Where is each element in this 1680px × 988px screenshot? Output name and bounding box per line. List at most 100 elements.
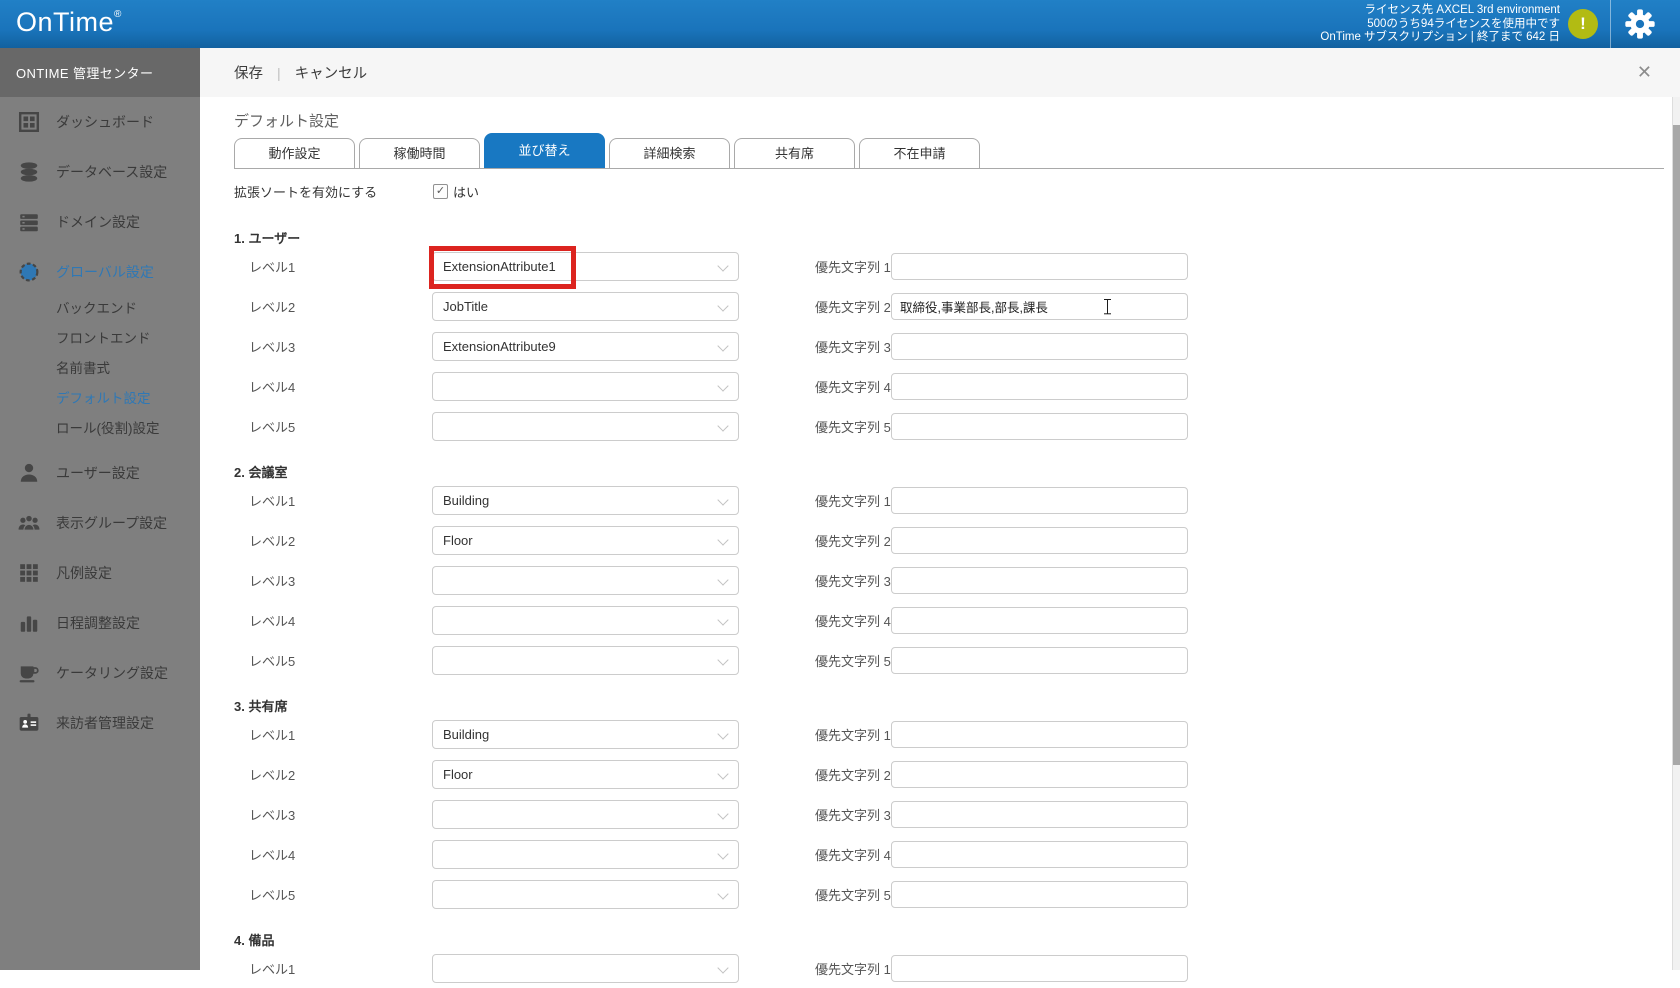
form-row: レベル5 優先文字列 5 [234,874,1680,914]
chevron-down-icon [717,961,729,974]
sidebar-item-default-settings[interactable]: デフォルト設定 [0,382,200,412]
tab-sort[interactable]: 並び替え [484,133,605,168]
priority-input[interactable] [891,720,1188,748]
chevron-down-icon [717,887,729,900]
priority-input[interactable] [891,412,1188,440]
sidebar-item-name-format[interactable]: 名前書式 [0,352,200,382]
form-sections: 1. ユーザー レベル1 ExtensionAttribute1 優先文字列 1 レベル… [234,228,1680,988]
tab-shared-desk[interactable]: 共有席 [734,138,855,168]
level-select-value: JobTitle [443,298,489,314]
priority-input-wrap [891,566,1188,594]
sidebar-item-legend[interactable]: 凡例設定 [0,548,200,598]
level-select[interactable] [432,371,739,401]
sidebar-item-visitor[interactable]: 来訪者管理設定 [0,698,200,748]
priority-label: 優先文字列 1 [815,259,891,275]
level-select[interactable] [432,879,739,909]
scrollbar-thumb[interactable] [1673,125,1680,765]
sidebar-item-domain[interactable]: ドメイン設定 [0,197,200,247]
chevron-down-icon [717,767,729,780]
priority-input-wrap [891,800,1188,828]
form-row: レベル5 優先文字列 5 [234,640,1680,680]
sidebar-item-database[interactable]: データベース設定 [0,147,200,197]
form-row: レベル5 優先文字列 5 [234,406,1680,446]
level-select[interactable]: Floor [432,759,739,789]
sidebar-item-users[interactable]: ユーザー設定 [0,448,200,498]
priority-input[interactable] [891,880,1188,908]
form-row: レベル3 優先文字列 3 [234,560,1680,600]
priority-input-wrap [891,412,1188,440]
tab-advanced-search[interactable]: 詳細検索 [609,138,730,168]
domain-icon [20,214,38,232]
level-select[interactable] [432,411,739,441]
form-row: レベル1 Building 優先文字列 1 [234,714,1680,754]
tab-working-hours[interactable]: 稼働時間 [359,138,480,168]
priority-input[interactable] [891,372,1188,400]
sidebar-item-dashboard[interactable]: ダッシュボード [0,97,200,147]
priority-label: 優先文字列 3 [815,339,891,355]
priority-label: 優先文字列 2 [815,767,891,783]
sidebar-item-catering[interactable]: ケータリング設定 [0,648,200,698]
globe-icon [19,262,39,282]
page-title: デフォルト設定 [234,113,340,130]
gear-icon[interactable] [1624,8,1656,40]
priority-label: 優先文字列 3 [815,573,891,589]
form-section: 3. 共有席 レベル1 Building 優先文字列 1 レベル2 Floor 優先文字列 … [234,696,1680,914]
priority-input[interactable] [891,760,1188,788]
priority-input[interactable] [891,800,1188,828]
visitor-icon [19,713,39,731]
form-row: レベル1 ExtensionAttribute1 優先文字列 1 [234,245,1680,289]
priority-input[interactable] [891,332,1188,360]
form-row: レベル4 優先文字列 4 [234,834,1680,874]
level-select[interactable]: Building [432,719,739,749]
sidebar-item-roles[interactable]: ロール(役割)設定 [0,412,200,442]
level-select[interactable]: Floor [432,525,739,555]
level-select[interactable] [432,839,739,869]
level-label: レベル3 [249,339,296,355]
priority-input[interactable] [891,954,1188,982]
level-select[interactable] [432,645,739,675]
priority-input[interactable] [891,566,1188,594]
license-line-3: OnTime サブスクリプション | 終了まで 642 日 [1320,31,1560,44]
priority-input[interactable] [891,292,1188,320]
level-select[interactable]: ExtensionAttribute1 [429,245,739,289]
vertical-scrollbar[interactable] [1672,97,1680,970]
sidebar-item-schedule-adjust[interactable]: 日程調整設定 [0,598,200,648]
level-label: レベル1 [249,727,296,743]
level-select[interactable]: ExtensionAttribute9 [432,331,739,361]
tab-behavior[interactable]: 動作設定 [234,138,355,168]
cancel-button[interactable]: キャンセル [295,62,368,83]
sidebar-item-backend[interactable]: バックエンド [0,292,200,322]
priority-input[interactable] [891,486,1188,514]
level-select[interactable] [432,565,739,595]
tab-absence-request[interactable]: 不在申請 [859,138,980,168]
warning-icon[interactable]: ! [1568,9,1598,39]
sidebar-item-label: 来訪者管理設定 [56,715,154,731]
sidebar-header: ONTIME 管理センター [0,48,200,97]
chart-icon [20,616,38,632]
level-select[interactable]: JobTitle [432,291,739,321]
main-panel: 保存 | キャンセル ✕ デフォルト設定 動作設定 稼働時間 並び替え 詳細検索 共有席… [200,48,1680,983]
level-select-value: ExtensionAttribute9 [443,338,556,354]
extended-sort-checkbox[interactable]: ✓ [433,183,448,199]
priority-input[interactable] [891,526,1188,554]
priority-label: 優先文字列 4 [815,379,891,395]
section-title: 3. 共有席 [234,699,288,714]
priority-input[interactable] [891,646,1188,674]
priority-label: 優先文字列 5 [815,419,891,435]
save-button[interactable]: 保存 [234,62,263,83]
priority-input[interactable] [891,606,1188,634]
priority-label: 優先文字列 5 [815,653,891,669]
priority-input[interactable] [891,840,1188,868]
level-select[interactable] [432,953,739,983]
form-row: レベル4 優先文字列 4 [234,600,1680,640]
level-select[interactable]: Building [432,485,739,515]
sidebar-item-global[interactable]: グローバル設定 [0,247,200,297]
extended-sort-value: はい [453,184,480,200]
sidebar-item-display-groups[interactable]: 表示グループ設定 [0,498,200,548]
level-select[interactable] [432,799,739,829]
level-select[interactable] [432,605,739,635]
priority-input-wrap [891,252,1188,280]
priority-input[interactable] [891,252,1188,280]
close-icon[interactable]: ✕ [1631,60,1658,85]
sidebar-item-frontend[interactable]: フロントエンド [0,322,200,352]
